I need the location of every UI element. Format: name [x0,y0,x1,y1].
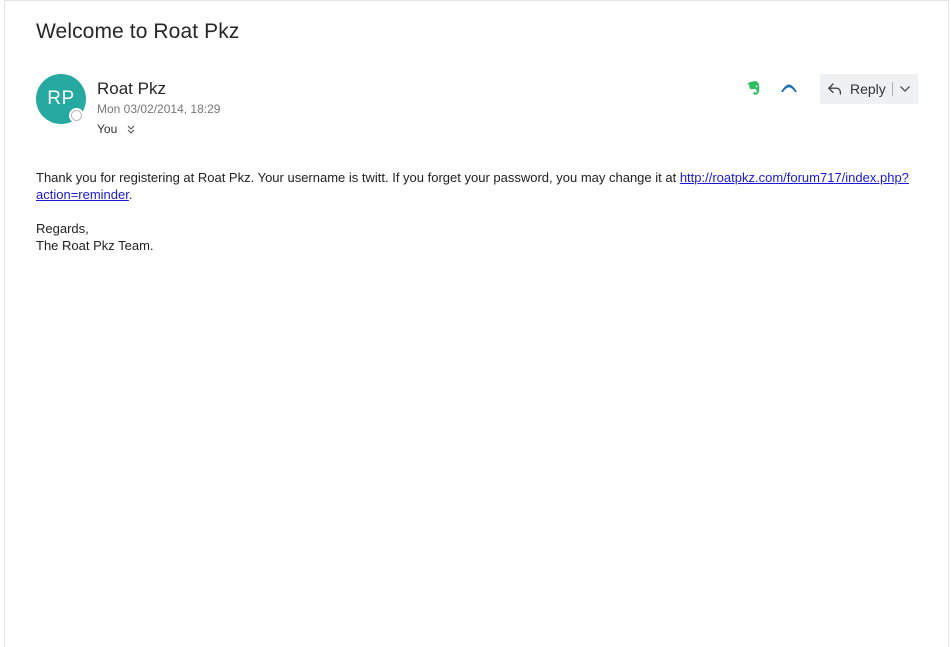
recipient-you[interactable]: You [97,122,117,136]
presence-status-icon [69,108,84,123]
body-intro-text: Thank you for registering at Roat Pkz. Y… [36,170,680,185]
body-regards: Regards, [36,221,89,236]
evernote-icon[interactable] [745,79,763,97]
reply-arrow-icon [828,83,842,95]
reply-button[interactable]: Reply [820,74,892,104]
recipients-line: You [97,122,136,136]
message-subject: Welcome to Roat Pkz [36,20,240,43]
body-period: . [128,187,133,202]
reply-more-button[interactable] [893,74,917,104]
addin-icon[interactable] [779,81,799,95]
body-signature: The Roat Pkz Team. [36,238,154,253]
message-date: Mon 03/02/2014, 18:29 [97,102,221,116]
reply-label: Reply [850,81,886,97]
expand-recipients-icon[interactable] [126,123,136,135]
reading-pane: Welcome to Roat Pkz RP Roat Pkz Mon 03/0… [4,0,949,647]
body-paragraph: Thank you for registering at Roat Pkz. Y… [36,169,916,203]
chevron-down-icon [899,86,910,92]
sender-name[interactable]: Roat Pkz [97,79,166,99]
avatar-initials: RP [47,88,75,109]
message-body: Thank you for registering at Roat Pkz. Y… [36,169,916,254]
reply-button-group: Reply [820,74,918,104]
